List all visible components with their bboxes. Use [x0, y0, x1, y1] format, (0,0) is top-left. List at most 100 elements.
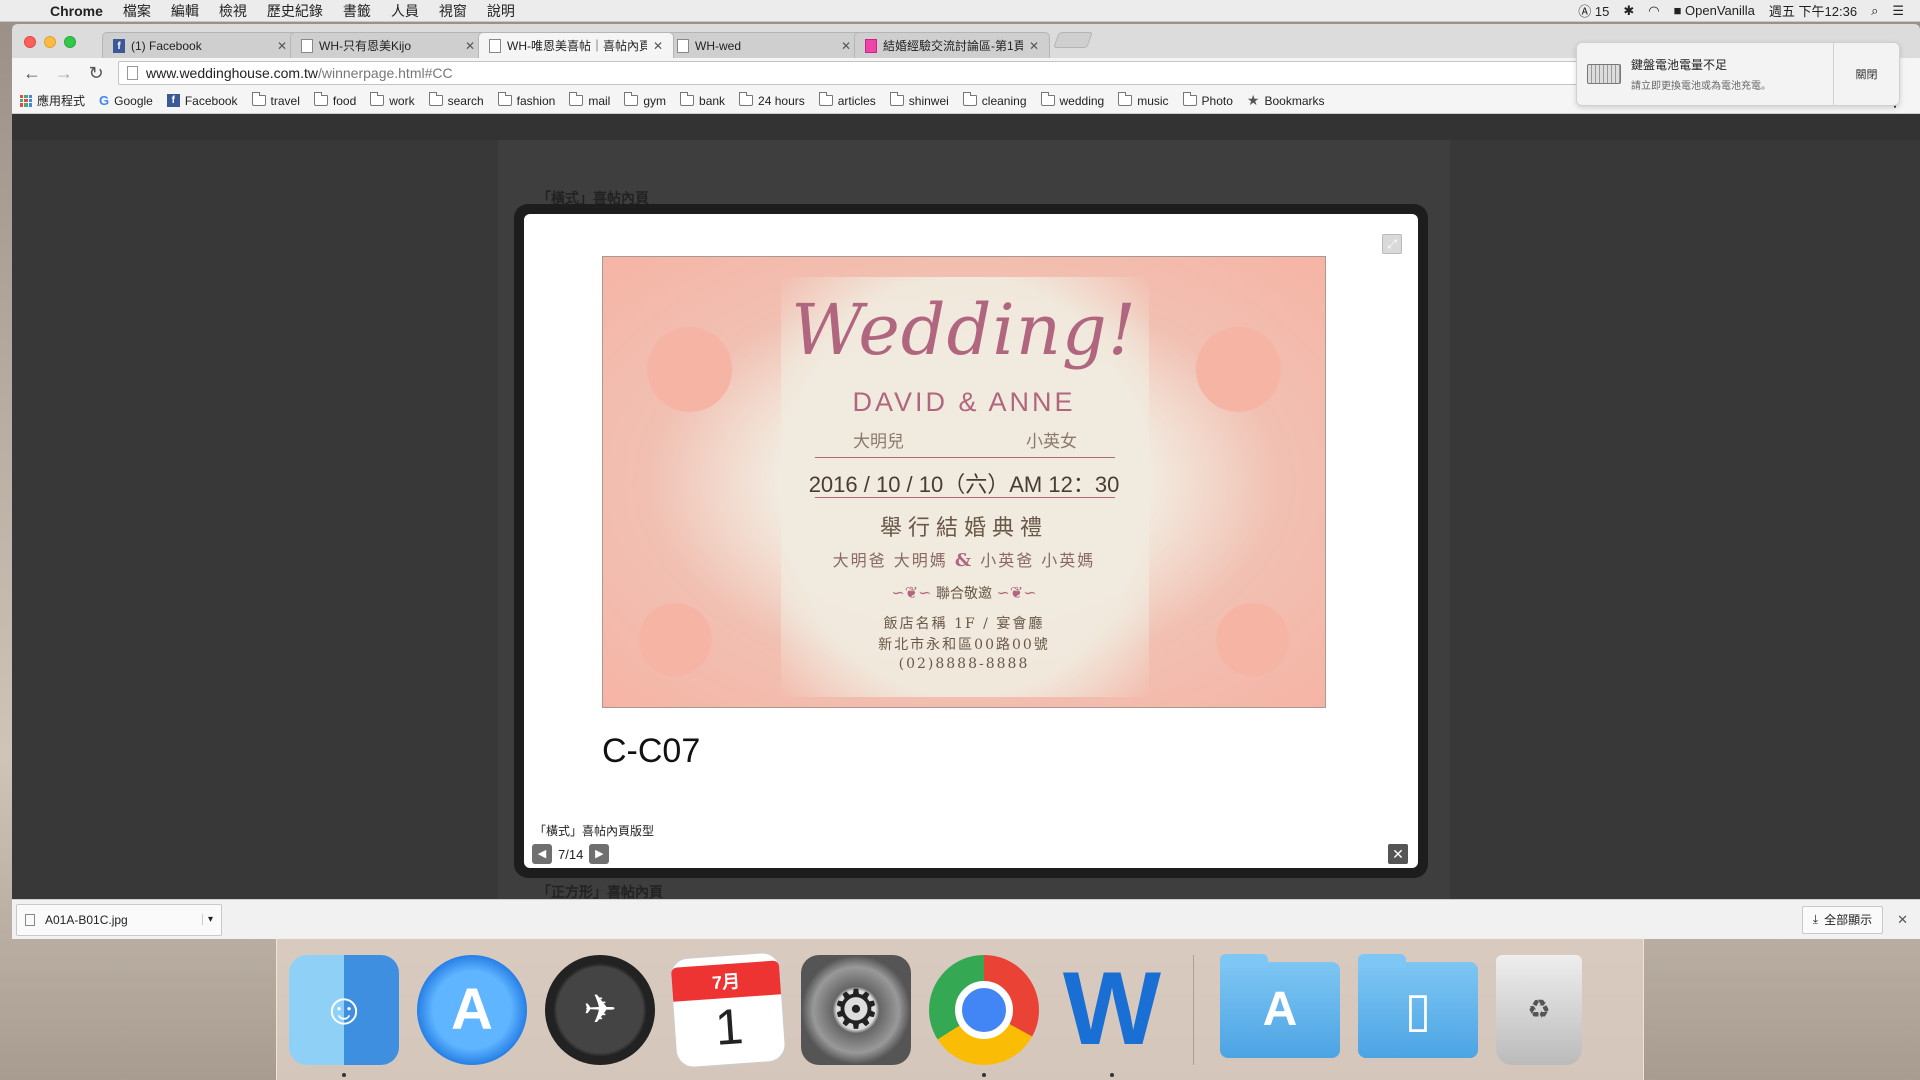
bookmark-facebook[interactable]: f Facebook [166, 93, 238, 108]
menu-file[interactable]: 檔案 [113, 1, 161, 21]
dashboard-icon[interactable]: ✈ [545, 954, 655, 1065]
wifi-icon[interactable]: ◠ [1648, 3, 1659, 19]
app-store-icon[interactable]: A [417, 954, 527, 1065]
page-icon [489, 38, 501, 53]
bookmark-label: bank [699, 93, 726, 108]
input-method-status[interactable]: ■ OpenVanilla [1674, 3, 1755, 18]
bookmark-folder-food[interactable]: food [313, 92, 356, 108]
notification-body[interactable]: 鍵盤電池電量不足 請立即更換電池或為電池充電。 [1577, 43, 1833, 105]
bluetooth-icon[interactable]: ✱ [1623, 3, 1634, 19]
close-tab-icon[interactable]: ✕ [653, 39, 663, 53]
adobe-icon[interactable]: Ⓐ 15 [1578, 1, 1609, 20]
bookmark-folder-work[interactable]: work [370, 92, 415, 108]
folder-icon [1118, 92, 1133, 106]
notification-close-button[interactable]: 關閉 [1833, 43, 1899, 105]
parents-groom: 大明爸 大明媽 [832, 551, 948, 570]
close-tab-icon[interactable]: ✕ [841, 39, 851, 53]
invite-title: Wedding! [791, 289, 1137, 371]
calendar-icon[interactable]: 7月 1 [669, 950, 787, 1069]
close-window-button[interactable] [24, 36, 36, 48]
close-tab-icon[interactable]: ✕ [465, 39, 475, 53]
bookmark-label: Facebook [184, 93, 238, 108]
prev-image-button[interactable]: ◀ [532, 844, 552, 864]
menubar-clock[interactable]: 週五 下午12:36 [1769, 1, 1857, 20]
folder-icon [1182, 92, 1197, 106]
bookmark-label: search [447, 93, 484, 108]
close-lightbox-button[interactable]: ✕ [1388, 844, 1408, 864]
documents-folder-icon[interactable]: ▯ [1358, 953, 1478, 1058]
bookmark-label: Google [114, 93, 153, 108]
download-item[interactable]: A01A-B01C.jpg ▾ [16, 903, 222, 936]
notification-subtitle: 請立即更換電池或為電池充電。 [1631, 81, 1771, 92]
calendar-month: 7月 [670, 959, 782, 1002]
folder-icon [370, 92, 385, 106]
tab-wedding-forum[interactable]: 結婚經驗交流討論區-第1頁 ✕ [854, 32, 1050, 58]
bookmark-folder-cleaning[interactable]: cleaning [962, 92, 1027, 108]
menu-bookmarks[interactable]: 書籤 [333, 1, 381, 21]
menu-people[interactable]: 人員 [381, 1, 429, 21]
applications-folder-icon[interactable]: A [1220, 953, 1340, 1058]
tab-wh-wed[interactable]: WH-wed ✕ [666, 32, 862, 58]
show-all-downloads-button[interactable]: ⤓ 全部顯示 [1801, 905, 1884, 934]
invitation-image: Wedding! DAVID & ANNE 大明兒 小英女 2016 / 10 … [602, 256, 1326, 708]
bookmark-label: Bookmarks [1264, 93, 1325, 108]
reload-button[interactable]: ↻ [86, 63, 106, 84]
bookmark-folder-24hours[interactable]: 24 hours [739, 92, 805, 108]
menu-help[interactable]: 說明 [477, 1, 525, 21]
expand-icon[interactable]: ⤢ [1382, 234, 1402, 254]
tab-facebook[interactable]: f (1) Facebook ✕ [102, 32, 298, 58]
invite-address: 新北市永和區00路00號 [878, 637, 1050, 653]
low-battery-notification: 鍵盤電池電量不足 請立即更換電池或為電池充電。 關閉 [1576, 42, 1900, 106]
back-button[interactable]: ← [22, 63, 42, 84]
bookmark-folder-photo[interactable]: Photo [1182, 92, 1233, 108]
bookmark-folder-travel[interactable]: travel [251, 92, 300, 108]
bookmark-folder-articles[interactable]: articles [818, 92, 876, 108]
bookmark-label: wedding [1059, 93, 1105, 108]
chrome-window: f (1) Facebook ✕ WH-只有恩美Kijo ✕ WH-唯恩美喜帖｜… [12, 24, 1920, 939]
bookmark-folder-mail[interactable]: mail [569, 92, 610, 108]
show-all-label: 全部顯示 [1824, 913, 1873, 927]
bookmark-folder-wedding[interactable]: wedding [1040, 92, 1105, 108]
menu-app-name[interactable]: Chrome [40, 3, 113, 19]
zoom-window-button[interactable] [64, 36, 76, 48]
bookmark-folder-music[interactable]: music [1118, 92, 1169, 108]
menu-history[interactable]: 歷史紀錄 [257, 1, 333, 21]
tab-wh-kijo[interactable]: WH-只有恩美Kijo ✕ [290, 32, 486, 58]
lightbox: ⤢ Wedding! DAVID & ANNE 大明兒 小英女 2016 / 1… [514, 204, 1428, 878]
menu-edit[interactable]: 編輯 [161, 1, 209, 21]
finder-icon[interactable]: ☺ [289, 954, 399, 1077]
menu-window[interactable]: 視窗 [429, 1, 477, 21]
bookmark-folder-search[interactable]: search [428, 92, 484, 108]
bookmark-apps[interactable]: 應用程式 [20, 92, 85, 109]
window-controls [24, 36, 76, 48]
menu-view[interactable]: 檢視 [209, 1, 257, 21]
spotlight-search-icon[interactable]: ⌕ [1871, 3, 1878, 19]
word-icon[interactable]: W [1057, 951, 1167, 1077]
folder-icon [251, 92, 266, 106]
notification-center-icon[interactable]: ☰ [1892, 3, 1904, 19]
facebook-icon: f [113, 38, 125, 53]
new-tab-button[interactable] [1053, 32, 1093, 48]
minimize-window-button[interactable] [44, 36, 56, 48]
bookmark-folder-shinwei[interactable]: shinwei [889, 92, 949, 108]
bookmark-google[interactable]: G Google [99, 93, 153, 108]
chrome-icon[interactable] [929, 954, 1039, 1077]
forward-button[interactable]: → [54, 63, 74, 84]
close-tab-icon[interactable]: ✕ [277, 39, 287, 53]
download-menu-chevron-icon[interactable]: ▾ [201, 914, 213, 925]
tab-wh-invitation-active[interactable]: WH-唯恩美喜帖｜喜帖內頁 ✕ [478, 32, 674, 58]
bookmark-folder-bank[interactable]: bank [680, 92, 726, 108]
folder-icon [313, 92, 328, 106]
next-image-button[interactable]: ▶ [589, 844, 610, 864]
page-content: 「橫式」喜帖內頁 「正方形」喜帖內頁 ⤢ Wedding! DAVID & AN… [12, 140, 1920, 917]
trash-icon[interactable]: ♻ [1496, 954, 1582, 1065]
bookmark-label: 應用程式 [37, 94, 86, 108]
bookmark-folder-gym[interactable]: gym [624, 92, 666, 108]
bookmark-folder-fashion[interactable]: fashion [497, 92, 555, 108]
page-info-icon[interactable] [127, 66, 138, 80]
bookmark-bookmarks[interactable]: ★ Bookmarks [1247, 92, 1325, 109]
system-preferences-icon[interactable]: ⚙ [801, 954, 911, 1065]
close-tab-icon[interactable]: ✕ [1029, 39, 1039, 53]
address-bar[interactable]: www.weddinghouse.com.tw/winnerpage.html#… [118, 61, 1590, 85]
close-download-shelf-icon[interactable]: ✕ [1897, 912, 1908, 928]
